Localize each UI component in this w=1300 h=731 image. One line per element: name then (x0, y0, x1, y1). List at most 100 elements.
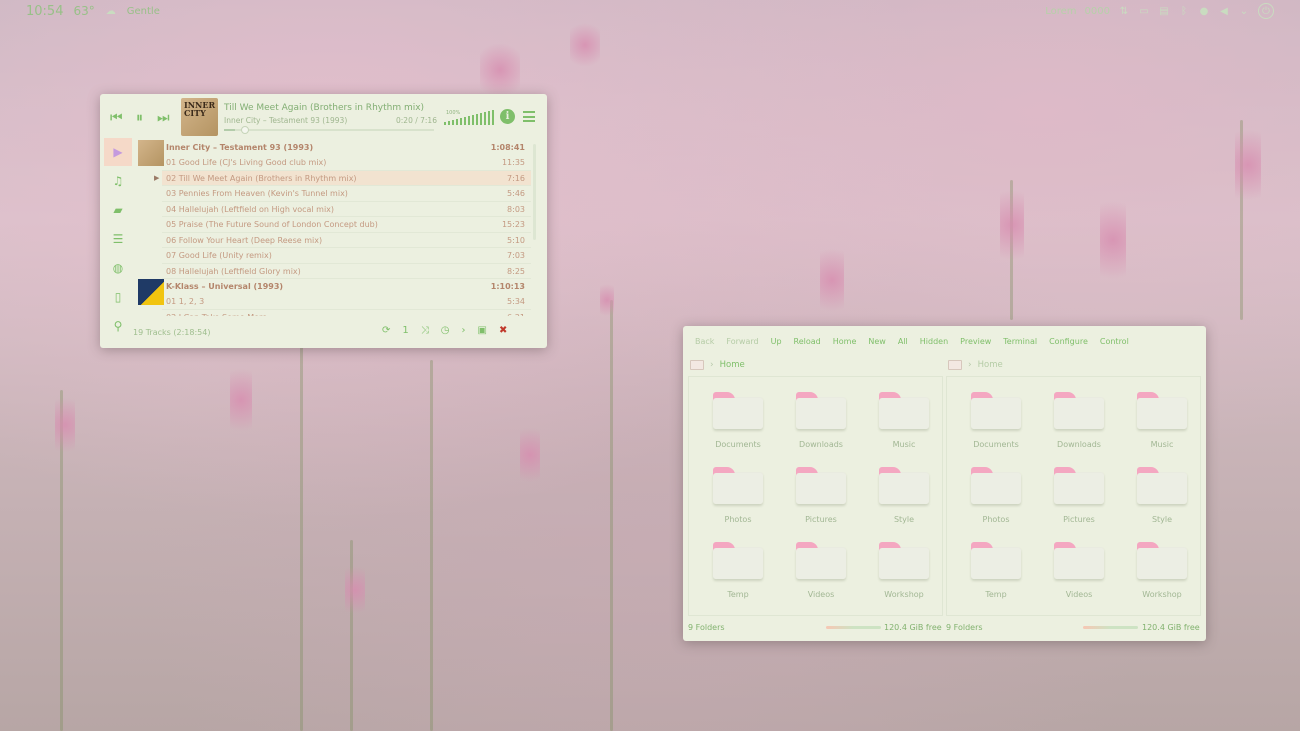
sidebar-folders-icon[interactable]: ▰ (104, 196, 132, 224)
pause-icon[interactable]: ⏸ (136, 110, 143, 126)
toolbar-terminal-button[interactable]: Terminal (1003, 337, 1037, 346)
folder-icon (713, 464, 763, 504)
sidebar-device-icon[interactable]: ▯ (104, 283, 132, 311)
track-row[interactable]: 05 Praise (The Future Sound of London Co… (162, 217, 531, 233)
menu-icon[interactable] (523, 111, 535, 122)
next-track-icon[interactable]: ⏭ (157, 110, 170, 126)
left-free-space: 120.4 GiB free (884, 623, 942, 632)
volume-bar (444, 122, 446, 125)
network-icon[interactable]: ⇅ (1118, 5, 1130, 17)
track-row[interactable]: 07 Good Life (Unity remix) 7:03 (162, 248, 531, 264)
left-disk-usage-bar (826, 626, 881, 629)
toolbar-new-button[interactable]: New (868, 337, 885, 346)
bluetooth-icon[interactable]: ᛒ (1178, 5, 1190, 17)
album-name: K-Klass – Universal (1993) (166, 282, 284, 291)
track-duration: 15:23 (501, 220, 525, 229)
folder-item[interactable]: Documents (959, 389, 1029, 459)
folder-label: Videos (807, 590, 835, 599)
volume-bar (492, 110, 494, 125)
track-row[interactable]: 02 I Can Take Some More 6:21 (162, 310, 531, 317)
track-row[interactable]: 01 Good Life (CJ's Living Good club mix)… (162, 155, 531, 171)
toolbar-forward-button[interactable]: Forward (726, 337, 758, 346)
clear-icon[interactable]: ✖ (499, 325, 507, 336)
track-row[interactable]: 01 1, 2, 3 5:34 (162, 294, 531, 310)
temperature[interactable]: 63° (73, 4, 94, 18)
sidebar-music-library-icon[interactable]: ♫ (104, 167, 132, 195)
album-cover[interactable]: INNER CITY (181, 98, 218, 136)
seek-handle[interactable] (240, 126, 249, 134)
track-row[interactable]: 04 Hallelujah (Leftfield on High vocal m… (162, 202, 531, 217)
volume-bar (448, 121, 450, 125)
toolbar-home-button[interactable]: Home (833, 337, 857, 346)
chevron-down-icon[interactable]: ⌄ (1238, 5, 1250, 17)
track-row[interactable]: 06 Follow Your Heart (Deep Reese mix) 5:1… (162, 233, 531, 248)
toolbar-hidden-button[interactable]: Hidden (920, 337, 948, 346)
folder-label: Style (893, 515, 915, 524)
track-duration: 11:35 (501, 158, 525, 167)
toolbar-preview-button[interactable]: Preview (960, 337, 991, 346)
album-header[interactable]: Inner City – Testament 93 (1993) 1:08:41 (136, 140, 531, 166)
toolbar-configure-button[interactable]: Configure (1049, 337, 1088, 346)
sidebar-internet-icon[interactable]: ◍ (104, 254, 132, 282)
folder-item[interactable]: Documents (701, 389, 771, 459)
repeat-icon[interactable]: ⟳ (382, 325, 390, 336)
folder-item[interactable]: Downloads (1042, 389, 1112, 459)
volume-slider[interactable] (444, 110, 496, 125)
seek-bar[interactable] (224, 126, 434, 134)
track-row[interactable]: 03 Pennies From Heaven (Kevin's Tunnel m… (162, 186, 531, 202)
folder-item[interactable]: Temp (959, 539, 1029, 609)
play-queue-scrollbar[interactable] (533, 144, 536, 240)
folder-item[interactable]: Music (1125, 389, 1195, 459)
previous-track-icon[interactable]: ⏮ (110, 110, 123, 126)
power-icon[interactable]: ⏻ (1258, 3, 1274, 19)
stop-after-icon[interactable]: ◷ (441, 325, 450, 336)
folder-item[interactable]: Downloads (784, 389, 854, 459)
track-row[interactable]: ▶ 02 Till We Meet Again (Brothers in Rhyt… (154, 170, 531, 186)
folder-label: Photos (724, 515, 752, 524)
clock[interactable]: 10:54 (26, 4, 63, 19)
album-header[interactable]: K-Klass – Universal (1993) 1:10:13 (136, 279, 531, 305)
folder-item[interactable]: Style (1125, 464, 1195, 534)
sidebar-search-icon[interactable]: ⚲ (104, 312, 132, 340)
cover-text: INNER CITY (184, 100, 216, 118)
track-row[interactable]: 08 Hallelujah (Leftfield Glory mix) 8:25 (162, 264, 531, 279)
sidebar-play-queue-icon[interactable]: ▶ (104, 138, 132, 166)
folder-item[interactable]: Workshop (1125, 539, 1195, 609)
sidebar-playlists-icon[interactable]: ☰ (104, 225, 132, 253)
drive-icon[interactable] (690, 360, 704, 370)
breadcrumb-home[interactable]: Home (978, 360, 1003, 370)
right-free-space: 120.4 GiB free (1142, 623, 1200, 632)
folder-item[interactable]: Photos (701, 464, 771, 534)
volume-bar (480, 113, 482, 125)
folder-item[interactable]: Videos (1042, 539, 1112, 609)
clipboard-icon[interactable]: ▤ (1158, 5, 1170, 17)
folder-item[interactable]: Videos (784, 539, 854, 609)
track-name: 01 Good Life (CJ's Living Good club mix) (166, 158, 327, 167)
folder-item[interactable]: Music (867, 389, 937, 459)
seek-progress (224, 129, 235, 131)
drive-icon[interactable] (948, 360, 962, 370)
toolbar-up-button[interactable]: Up (771, 337, 782, 346)
breadcrumb-right: › Home (948, 358, 1003, 372)
accessibility-icon[interactable]: ● (1198, 5, 1210, 17)
single-icon[interactable]: 1 (402, 325, 408, 336)
folder-item[interactable]: Style (867, 464, 937, 534)
next-icon[interactable]: › (462, 325, 466, 336)
toolbar-control-button[interactable]: Control (1100, 337, 1129, 346)
folder-label: Temp (985, 590, 1007, 599)
toolbar-reload-button[interactable]: Reload (794, 337, 821, 346)
folder-item[interactable]: Pictures (1042, 464, 1112, 534)
screen-icon[interactable]: ▭ (1138, 5, 1150, 17)
toolbar-all-button[interactable]: All (898, 337, 908, 346)
volume-icon[interactable]: ◀ (1218, 5, 1230, 17)
info-icon[interactable]: i (500, 109, 515, 124)
track-duration: 7:03 (507, 251, 525, 260)
save-icon[interactable]: ▣ (478, 325, 487, 336)
breadcrumb-home[interactable]: Home (720, 360, 745, 370)
folder-item[interactable]: Temp (701, 539, 771, 609)
folder-item[interactable]: Workshop (867, 539, 937, 609)
toolbar-back-button[interactable]: Back (695, 337, 714, 346)
folder-item[interactable]: Pictures (784, 464, 854, 534)
shuffle-icon[interactable]: ⤨ (421, 325, 429, 336)
folder-item[interactable]: Photos (959, 464, 1029, 534)
